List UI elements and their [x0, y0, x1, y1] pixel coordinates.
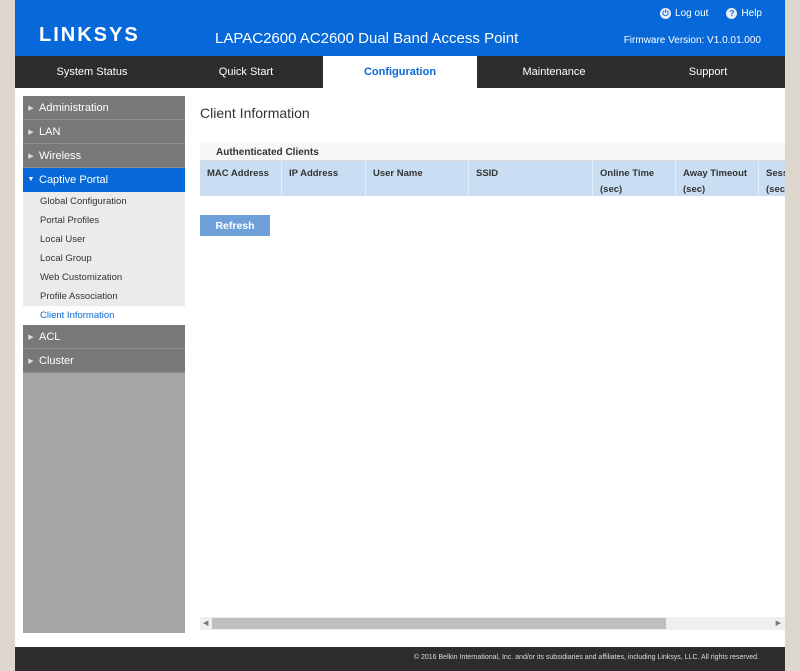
- page: LINKSYS LAPAC2600 AC2600 Dual Band Acces…: [15, 0, 785, 671]
- column-header-away-timeout: Away Timeout (sec): [676, 161, 759, 196]
- sidebar-item-label: Administration: [39, 101, 109, 114]
- submenu-client-information[interactable]: Client Information: [23, 306, 185, 325]
- sidebar-item-captive-portal[interactable]: ▼ Captive Portal: [23, 168, 185, 192]
- column-header-user-name: User Name: [366, 161, 469, 196]
- submenu-portal-profiles[interactable]: Portal Profiles: [23, 211, 185, 230]
- scroll-right-icon[interactable]: ▶: [776, 617, 781, 630]
- firmware-version: Firmware Version: V1.0.01.000: [623, 35, 761, 46]
- column-header-ssid: SSID: [469, 161, 593, 196]
- sidebar-item-acl[interactable]: ▶ ACL: [23, 325, 185, 349]
- submenu-web-customization[interactable]: Web Customization: [23, 268, 185, 287]
- sidebar-item-label: Wireless: [39, 149, 82, 162]
- sidebar-item-label: LAN: [39, 125, 61, 138]
- question-icon: ?: [726, 8, 738, 19]
- copyright-text: © 2016 Belkin International, Inc. and/or…: [413, 654, 759, 661]
- authenticated-clients-table: Authenticated Clients MAC Address IP Add…: [200, 142, 785, 196]
- help-link[interactable]: ? Help: [726, 8, 762, 19]
- linksys-logo: LINKSYS: [39, 24, 140, 46]
- sidebar-item-wireless[interactable]: ▶ Wireless: [23, 144, 185, 168]
- sidebar-item-label: Captive Portal: [39, 173, 109, 186]
- sidebar-item-cluster[interactable]: ▶ Cluster: [23, 349, 185, 373]
- horizontal-scrollbar[interactable]: ◀ ▶: [200, 617, 785, 630]
- submenu-local-group[interactable]: Local Group: [23, 249, 185, 268]
- submenu-local-user[interactable]: Local User: [23, 230, 185, 249]
- tab-quick-start[interactable]: Quick Start: [169, 56, 323, 88]
- header: LINKSYS LAPAC2600 AC2600 Dual Band Acces…: [15, 0, 785, 56]
- submenu-global-configuration[interactable]: Global Configuration: [23, 192, 185, 211]
- main-content: Client Information Authenticated Clients…: [200, 96, 785, 636]
- power-icon: ⏻: [660, 8, 672, 19]
- submenu-profile-association[interactable]: Profile Association: [23, 287, 185, 306]
- caret-right-icon: ▶: [28, 152, 34, 160]
- scroll-left-icon[interactable]: ◀: [203, 617, 208, 630]
- help-label: Help: [741, 8, 762, 19]
- caret-right-icon: ▶: [28, 333, 34, 341]
- caret-right-icon: ▶: [28, 104, 34, 112]
- tab-maintenance[interactable]: Maintenance: [477, 56, 631, 88]
- page-title: Client Information: [200, 105, 310, 121]
- column-header-mac-address: MAC Address: [200, 161, 282, 196]
- refresh-button[interactable]: Refresh: [200, 215, 270, 236]
- caret-right-icon: ▶: [28, 357, 34, 365]
- table-header: MAC Address IP Address User Name SSID On…: [200, 161, 785, 196]
- top-links: ⏻ Log out ? Help: [660, 8, 762, 19]
- captive-portal-submenu: Global Configuration Portal Profiles Loc…: [23, 192, 185, 325]
- column-header-online-time: Online Time (sec): [593, 161, 676, 196]
- tab-support[interactable]: Support: [631, 56, 785, 88]
- caret-right-icon: ▶: [28, 128, 34, 136]
- column-header-session: Session (sec): [766, 168, 785, 195]
- tab-system-status[interactable]: System Status: [15, 56, 169, 88]
- logout-label: Log out: [675, 8, 709, 19]
- logout-link[interactable]: ⏻ Log out: [660, 8, 708, 19]
- sidebar-item-administration[interactable]: ▶ Administration: [23, 96, 185, 120]
- sidebar-item-label: ACL: [39, 330, 61, 343]
- main-nav: System Status Quick Start Configuration …: [15, 56, 785, 88]
- sidebar: ▶ Administration ▶ LAN ▶ Wireless ▼ Capt…: [23, 96, 185, 633]
- tab-configuration[interactable]: Configuration: [323, 56, 477, 88]
- footer: © 2016 Belkin International, Inc. and/or…: [15, 647, 785, 671]
- product-title: LAPAC2600 AC2600 Dual Band Access Point: [215, 30, 519, 47]
- section-title: Authenticated Clients: [200, 142, 785, 161]
- sidebar-item-label: Cluster: [39, 354, 74, 367]
- sidebar-item-lan[interactable]: ▶ LAN: [23, 120, 185, 144]
- scrollbar-thumb[interactable]: [212, 618, 666, 629]
- caret-down-icon: ▼: [27, 176, 35, 183]
- column-header-ip-address: IP Address: [282, 161, 366, 196]
